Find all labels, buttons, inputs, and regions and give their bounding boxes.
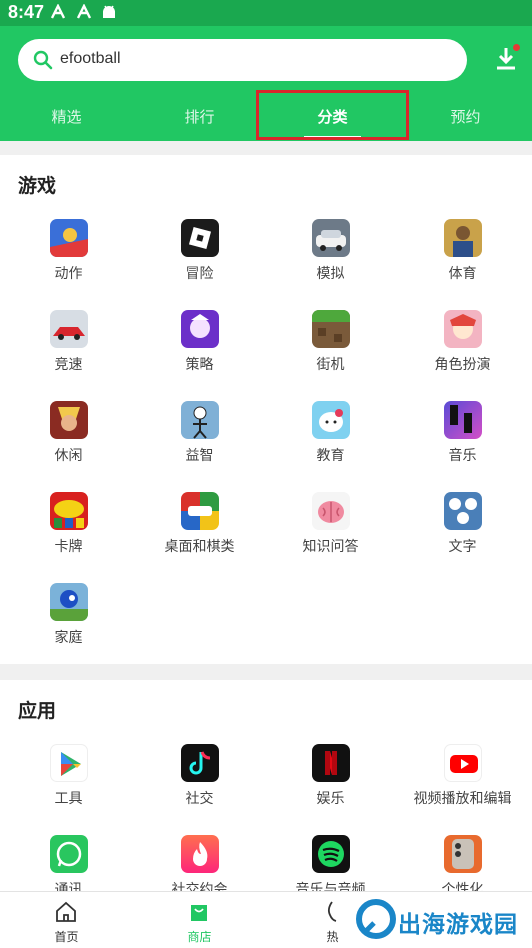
rpg-icon <box>444 310 482 348</box>
category-board[interactable]: 桌面和棋类 <box>133 492 266 582</box>
category-casual[interactable]: 休闲 <box>2 401 135 491</box>
tab-reservations[interactable]: 预约 <box>399 94 532 141</box>
category-video[interactable]: 视频播放和编辑 <box>396 744 529 834</box>
active-tab-underline <box>304 136 361 139</box>
category-simulation[interactable]: 模拟 <box>264 219 397 309</box>
whatsapp-icon <box>50 835 88 873</box>
nav-store[interactable]: 商店 <box>133 892 266 948</box>
android-icon <box>103 5 115 18</box>
category-puzzle[interactable]: 益智 <box>133 401 266 491</box>
category-tabs: 精选 排行 分类 预约 <box>0 94 532 141</box>
apps-section: 应用 工具 社交 娱乐 视频播放和编辑 通讯 社交约会 音乐与音频 个性化 <box>0 680 532 898</box>
watermark-text: 出海游戏园 <box>398 912 518 938</box>
hot-icon <box>327 901 337 922</box>
ludo-king-icon <box>181 492 219 530</box>
action-game-icon <box>50 219 88 257</box>
notification-a-icon <box>50 4 66 19</box>
category-strategy[interactable]: 策略 <box>133 310 266 400</box>
brain-test-icon <box>312 492 350 530</box>
tinder-icon <box>181 835 219 873</box>
category-entertainment[interactable]: 娱乐 <box>264 744 397 834</box>
tab-categories[interactable]: 分类 <box>266 94 399 141</box>
category-racing[interactable]: 竞速 <box>2 310 135 400</box>
sonic-icon <box>50 583 88 621</box>
notification-dot <box>513 44 520 51</box>
status-time: 8:47 <box>8 2 45 22</box>
games-section: 游戏 动作 冒险 模拟 体育 竞速 策略 街机 角色扮演 休闲 益智 教育 音乐… <box>0 155 532 664</box>
car-sim-icon <box>312 219 350 257</box>
category-music[interactable]: 音乐 <box>396 401 529 491</box>
tab-featured[interactable]: 精选 <box>0 94 133 141</box>
category-education[interactable]: 教育 <box>264 401 397 491</box>
uno-icon <box>50 492 88 530</box>
category-social[interactable]: 社交 <box>133 744 266 834</box>
tiktok-icon <box>181 744 219 782</box>
category-tools[interactable]: 工具 <box>2 744 135 834</box>
watermark-logo: 出海游戏园 <box>356 899 526 941</box>
category-action[interactable]: 动作 <box>2 219 135 309</box>
football-icon <box>444 219 482 257</box>
home-icon <box>56 901 76 922</box>
racing-car-icon <box>50 310 88 348</box>
iphone-wallpaper-icon <box>444 835 482 873</box>
category-sports[interactable]: 体育 <box>396 219 529 309</box>
section-title-apps: 应用 <box>18 700 57 722</box>
category-rpg[interactable]: 角色扮演 <box>396 310 529 400</box>
app-header: efootball 精选 排行 分类 预约 <box>0 26 532 141</box>
fighter-icon <box>50 401 88 439</box>
nav-home[interactable]: 首页 <box>0 892 133 948</box>
download-button[interactable] <box>494 44 520 74</box>
search-input[interactable]: efootball <box>60 50 121 68</box>
tab-ranking[interactable]: 排行 <box>133 94 266 141</box>
youtube-icon <box>444 744 482 782</box>
watermark-icon <box>356 899 396 939</box>
netflix-icon <box>312 744 350 782</box>
strategy-icon <box>181 310 219 348</box>
category-adventure[interactable]: 冒险 <box>133 219 266 309</box>
category-card[interactable]: 卡牌 <box>2 492 135 582</box>
roblox-icon <box>181 219 219 257</box>
category-trivia[interactable]: 知识问答 <box>264 492 397 582</box>
hello-kitty-icon <box>312 401 350 439</box>
category-word[interactable]: 文字 <box>396 492 529 582</box>
minecraft-icon <box>312 310 350 348</box>
category-family[interactable]: 家庭 <box>2 583 135 673</box>
spotify-icon <box>312 835 350 873</box>
wow-words-icon <box>444 492 482 530</box>
google-play-icon <box>50 744 88 782</box>
status-bar: 8:47 <box>0 0 532 26</box>
section-title-games: 游戏 <box>18 175 57 197</box>
search-bar[interactable]: efootball <box>18 39 467 81</box>
stickman-icon <box>181 401 219 439</box>
category-arcade[interactable]: 街机 <box>264 310 397 400</box>
notification-a-icon <box>76 4 92 19</box>
piano-tiles-icon <box>444 401 482 439</box>
store-bag-icon <box>191 905 207 921</box>
search-icon <box>33 50 53 70</box>
